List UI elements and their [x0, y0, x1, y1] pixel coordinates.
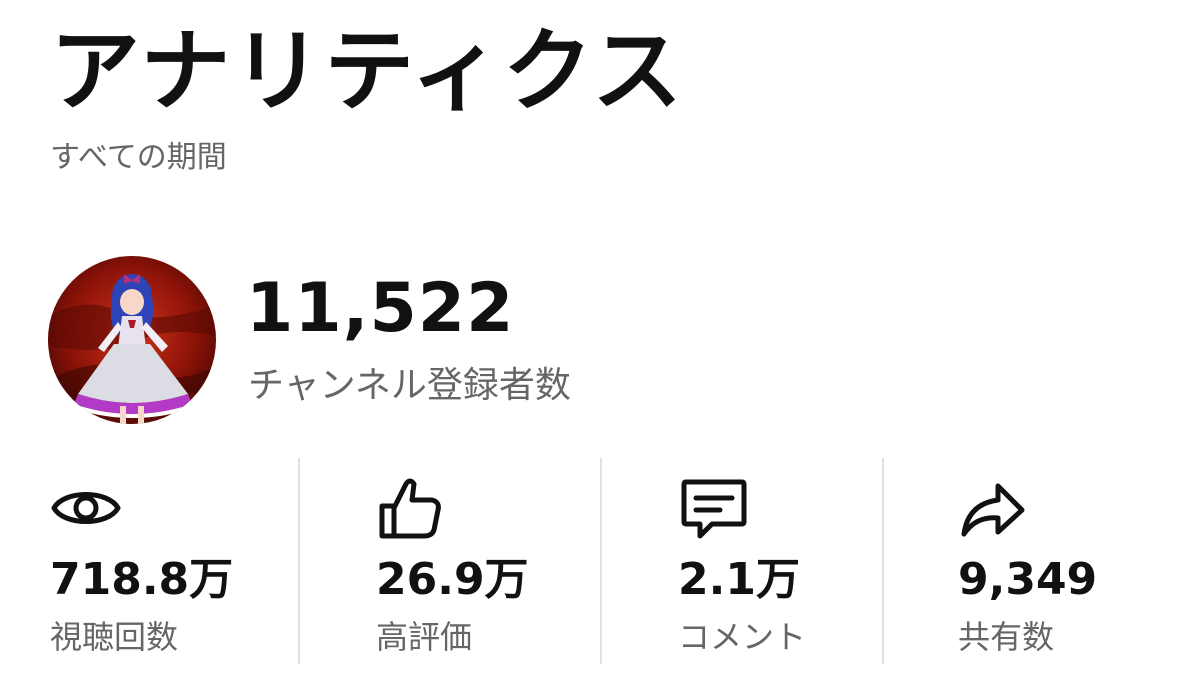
stat-value: 9,349 — [958, 554, 1098, 605]
divider — [298, 458, 300, 664]
stats-row: 718.8万 視聴回数 26.9万 高評価 2.1万 コメント 9,349 共有… — [0, 458, 1179, 668]
period-selector[interactable]: すべての期間 — [50, 140, 227, 176]
stat-value: 718.8万 — [50, 554, 234, 605]
share-icon — [958, 472, 1030, 544]
stat-value: 2.1万 — [678, 554, 800, 605]
stat-label: 視聴回数 — [50, 618, 179, 656]
stat-label: コメント — [678, 618, 807, 656]
eye-icon — [50, 472, 122, 544]
stat-label: 高評価 — [376, 618, 473, 656]
subscriber-count: 11,522 — [246, 269, 515, 348]
divider — [882, 458, 884, 664]
divider — [600, 458, 602, 664]
subscriber-label: チャンネル登録者数 — [248, 365, 571, 406]
thumbs-up-icon — [376, 472, 448, 544]
avatar-image — [48, 256, 216, 424]
comment-icon — [678, 472, 750, 544]
page-title: アナリティクス — [50, 19, 685, 124]
stat-label: 共有数 — [958, 618, 1055, 656]
channel-avatar[interactable] — [48, 256, 216, 424]
stat-value: 26.9万 — [376, 554, 529, 605]
